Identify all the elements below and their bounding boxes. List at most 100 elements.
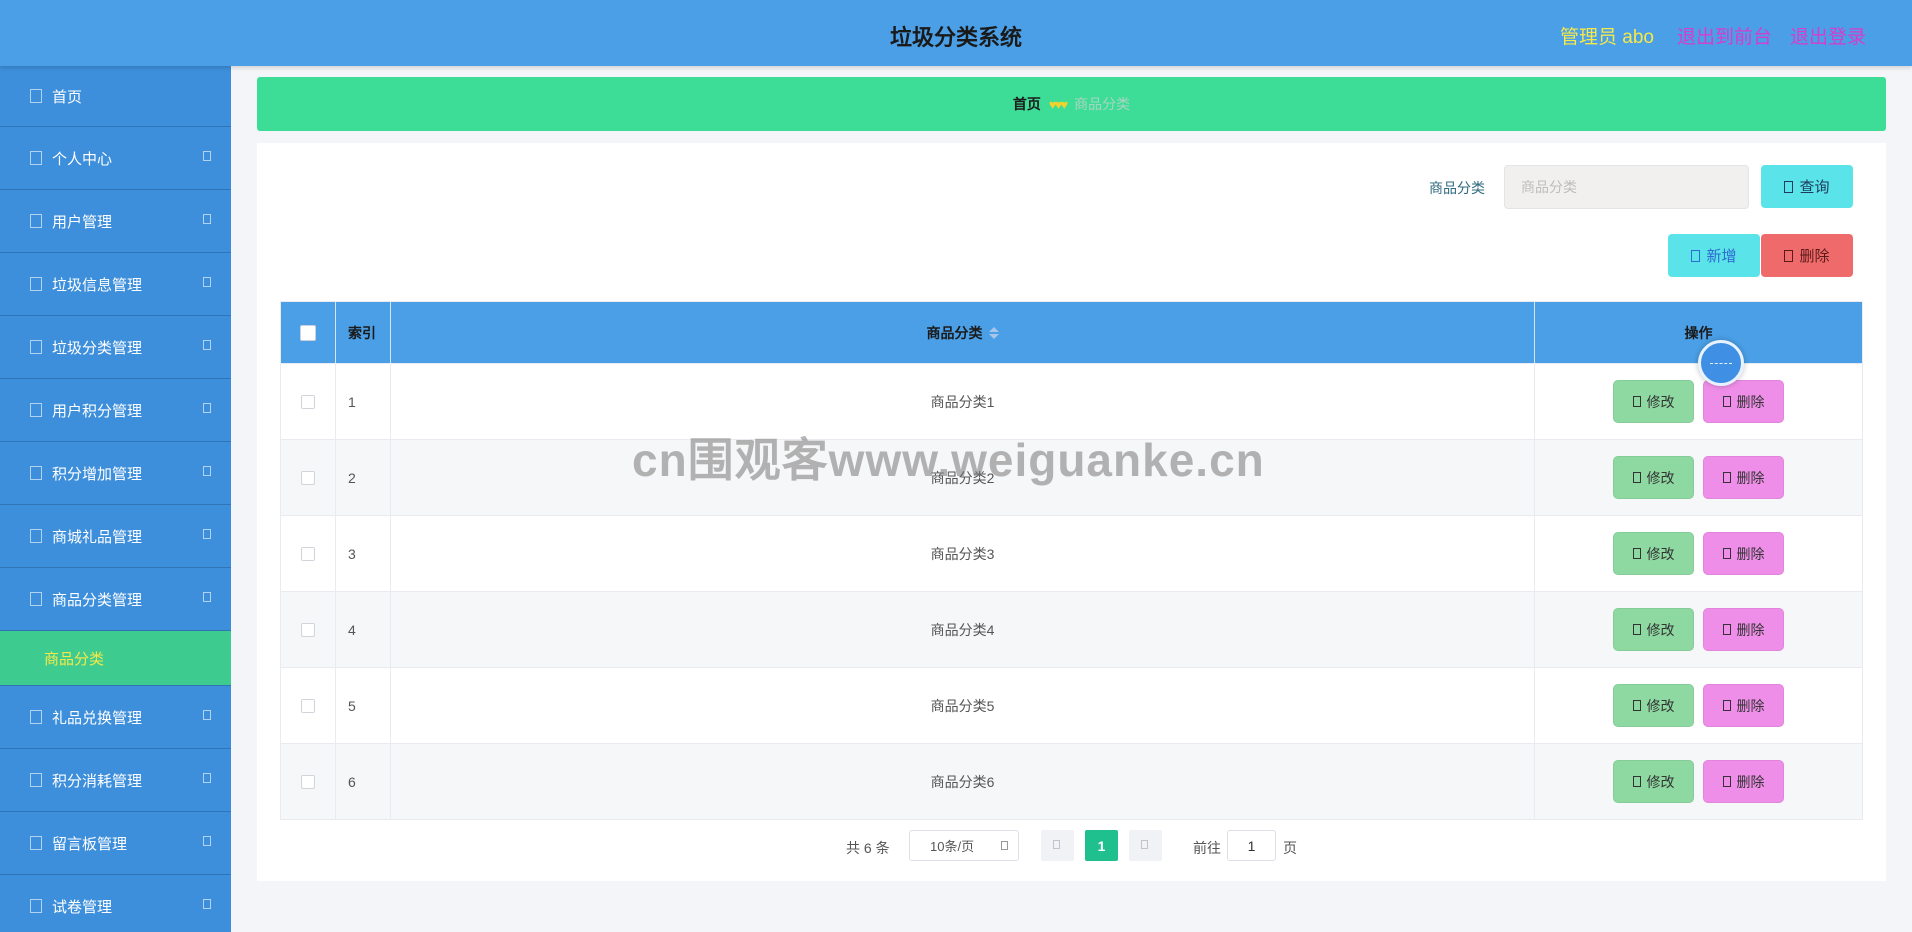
delete-label: 删除 <box>1736 773 1765 790</box>
breadcrumb-home[interactable]: 首页 <box>1013 94 1041 114</box>
row-ops: 修改 删除 <box>1535 440 1862 515</box>
chevron-up-icon <box>203 592 211 602</box>
delete-button[interactable]: 删除 <box>1703 684 1784 727</box>
delete-label: 删除 <box>1736 545 1765 562</box>
delete-button[interactable]: 删除 <box>1703 456 1784 499</box>
row-index: 4 <box>336 592 391 667</box>
sidebar-item-exam-papers[interactable]: 试卷管理 <box>0 875 231 932</box>
sidebar-item-label: 商城礼品管理 <box>52 528 143 546</box>
delete-label: 删除 <box>1736 697 1765 714</box>
home-icon <box>30 89 42 103</box>
menu-icon <box>30 592 42 606</box>
row-check-cell <box>281 668 336 743</box>
sidebar-item-points-consumption[interactable]: 积分消耗管理 <box>0 749 231 812</box>
sidebar-item-user-points[interactable]: 用户积分管理 <box>0 379 231 442</box>
header-index: 索引 <box>336 302 391 363</box>
row-checkbox[interactable] <box>301 698 315 713</box>
users-icon <box>30 214 42 228</box>
edit-label: 修改 <box>1646 469 1675 486</box>
delete-button[interactable]: 删除 <box>1703 608 1784 651</box>
page-number-current[interactable]: 1 <box>1085 830 1118 861</box>
next-page-button[interactable] <box>1129 830 1162 861</box>
row-name: 商品分类6 <box>391 744 1535 819</box>
prev-page-button[interactable] <box>1041 830 1074 861</box>
menu-icon <box>30 710 42 724</box>
row-checkbox[interactable] <box>301 470 315 485</box>
page-size-select[interactable]: 10条/页 <box>909 830 1019 861</box>
sidebar-item-garbage-category[interactable]: 垃圾分类管理 <box>0 316 231 379</box>
sidebar-item-label: 首页 <box>52 88 83 106</box>
sidebar-item-personal-center[interactable]: 个人中心 <box>0 127 231 190</box>
query-button[interactable]: 查询 <box>1761 165 1853 208</box>
edit-label: 修改 <box>1646 773 1675 790</box>
edit-button[interactable]: 修改 <box>1613 608 1694 651</box>
batch-delete-button[interactable]: 删除 <box>1761 234 1853 277</box>
row-index: 1 <box>336 364 391 439</box>
logout-link[interactable]: 退出登录 <box>1790 22 1866 49</box>
edit-button[interactable]: 修改 <box>1613 380 1694 423</box>
delete-button[interactable]: 删除 <box>1703 380 1784 423</box>
row-index: 2 <box>336 440 391 515</box>
row-checkbox[interactable] <box>301 774 315 789</box>
chevron-down-icon <box>203 403 211 413</box>
row-check-cell <box>281 516 336 591</box>
delete-label: 删除 <box>1736 469 1765 486</box>
row-checkbox[interactable] <box>301 546 315 561</box>
header-check-cell <box>281 302 336 363</box>
sidebar-item-label: 垃圾信息管理 <box>52 276 143 294</box>
row-ops: 修改 删除 <box>1535 592 1862 667</box>
sidebar-item-product-category[interactable]: 商品分类管理 <box>0 568 231 631</box>
edit-button[interactable]: 修改 <box>1613 532 1694 575</box>
delete-button[interactable]: 删除 <box>1703 760 1784 803</box>
edit-button[interactable]: 修改 <box>1613 760 1694 803</box>
sidebar-item-garbage-info[interactable]: 垃圾信息管理 <box>0 253 231 316</box>
row-checkbox[interactable] <box>301 622 315 637</box>
sidebar-item-label: 商品分类管理 <box>52 591 143 609</box>
table-row: 6 商品分类6 修改 删除 <box>281 743 1862 819</box>
row-name: 商品分类1 <box>391 364 1535 439</box>
delete-icon <box>1784 249 1794 262</box>
breadcrumb: 首页 ♥♥♥ 商品分类 <box>257 77 1886 131</box>
delete-icon <box>1722 396 1731 407</box>
row-checkbox[interactable] <box>301 394 315 409</box>
row-check-cell <box>281 440 336 515</box>
search-label: 商品分类 <box>1429 180 1485 196</box>
sidebar-item-mall-gifts[interactable]: 商城礼品管理 <box>0 505 231 568</box>
page-unit-label: 页 <box>1283 840 1297 856</box>
chevron-down-icon <box>1001 841 1008 850</box>
table-row: 5 商品分类5 修改 删除 <box>281 667 1862 743</box>
row-index: 6 <box>336 744 391 819</box>
edit-icon <box>1632 624 1641 635</box>
sidebar-item-label: 积分消耗管理 <box>52 772 143 790</box>
header-name[interactable]: 商品分类 <box>391 302 1535 363</box>
edit-button[interactable]: 修改 <box>1613 456 1694 499</box>
search-icon <box>1784 180 1794 193</box>
add-button[interactable]: 新增 <box>1668 234 1760 277</box>
chevron-down-icon <box>203 466 211 476</box>
sidebar-subitem-product-category[interactable]: 商品分类 <box>0 631 231 686</box>
menu-icon <box>30 529 42 543</box>
plus-icon <box>1691 249 1701 262</box>
sidebar-item-points-increase[interactable]: 积分增加管理 <box>0 442 231 505</box>
sort-icon[interactable] <box>988 326 999 339</box>
edit-button[interactable]: 修改 <box>1613 684 1694 727</box>
edit-icon <box>1632 472 1641 483</box>
back-to-front-link[interactable]: 退出到前台 <box>1677 22 1772 49</box>
sidebar-item-home[interactable]: 首页 <box>0 66 231 127</box>
chevron-down-icon <box>203 773 211 783</box>
page-size-value: 10条/页 <box>930 839 975 854</box>
select-all-checkbox[interactable] <box>300 324 316 341</box>
search-input[interactable] <box>1504 165 1749 209</box>
row-index: 5 <box>336 668 391 743</box>
goto-page-input[interactable] <box>1227 830 1276 861</box>
delete-label: 删除 <box>1736 621 1765 638</box>
row-ops: 修改 删除 <box>1535 364 1862 439</box>
sidebar-item-message-board[interactable]: 留言板管理 <box>0 812 231 875</box>
delete-button[interactable]: 删除 <box>1703 532 1784 575</box>
floating-ball-icon[interactable] <box>1698 340 1744 386</box>
header-name-label: 商品分类 <box>926 324 983 341</box>
sidebar-item-user-management[interactable]: 用户管理 <box>0 190 231 253</box>
sidebar-item-gift-exchange[interactable]: 礼品兑换管理 <box>0 686 231 749</box>
add-button-label: 新增 <box>1706 248 1737 265</box>
query-button-label: 查询 <box>1799 179 1830 196</box>
